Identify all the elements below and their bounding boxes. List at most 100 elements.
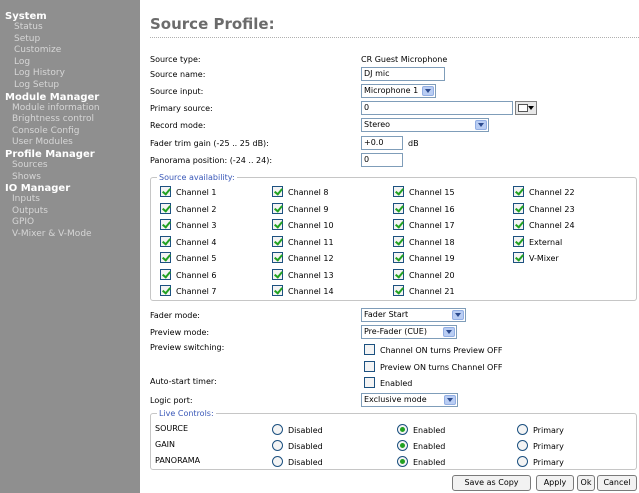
channel-checkbox[interactable] — [393, 285, 404, 296]
channel-checkbox[interactable] — [393, 252, 404, 263]
preview-switching-label: Channel ON turns Preview OFF — [380, 346, 503, 355]
channel-checkbox-label: Channel 8 — [288, 188, 329, 197]
channel-checkbox[interactable] — [160, 219, 171, 230]
channel-checkbox-label: External — [529, 237, 563, 247]
live-control-radio[interactable] — [517, 424, 528, 435]
panorama-label: Panorama position: (-24 .. 24): — [150, 156, 273, 165]
save-as-copy-button[interactable]: Save as Copy — [452, 475, 531, 491]
channel-checkbox-label: Channel 1 — [176, 188, 217, 197]
channel-checkbox[interactable] — [393, 235, 404, 247]
sidebar-item[interactable]: Inputs — [5, 194, 140, 206]
channel-checkbox-label: Channel 14 — [288, 287, 334, 296]
fader-trim-input[interactable]: +0.0 — [361, 136, 403, 150]
live-control-radio[interactable] — [397, 440, 408, 451]
chevron-down-icon — [475, 120, 487, 130]
live-control-radio[interactable] — [272, 424, 283, 435]
title-divider — [150, 37, 639, 38]
channel-checkbox[interactable] — [160, 235, 171, 247]
channel-checkbox[interactable] — [272, 285, 283, 296]
preview-mode-select[interactable]: Pre-Fader (CUE) — [361, 325, 457, 339]
channel-checkbox-label: Channel 3 — [176, 221, 217, 230]
sidebar-item[interactable]: Log — [5, 57, 140, 69]
preview-switching-checkbox[interactable] — [364, 361, 375, 372]
cancel-button[interactable]: Cancel — [597, 475, 637, 491]
record-mode-label: Record mode: — [150, 121, 206, 130]
ok-button[interactable]: Ok — [577, 475, 595, 491]
source-picker-button[interactable] — [515, 101, 537, 115]
sidebar-heading[interactable]: Module Manager — [5, 92, 140, 103]
logic-port-select[interactable]: Exclusive mode — [361, 393, 458, 407]
fader-trim-label: Fader trim gain (-25 .. 25 dB): — [150, 139, 269, 148]
channel-checkbox[interactable] — [513, 202, 524, 214]
live-control-radio-label: Enabled — [413, 458, 446, 467]
sidebar-item[interactable]: Outputs — [5, 206, 140, 218]
live-control-radio[interactable] — [272, 456, 283, 467]
channel-checkbox-label: Channel 10 — [288, 221, 334, 230]
chevron-down-icon — [422, 86, 434, 96]
source-name-input[interactable]: DJ mic — [361, 67, 445, 81]
chevron-down-icon — [452, 310, 464, 320]
live-control-radio[interactable] — [397, 424, 408, 435]
live-control-radio[interactable] — [517, 440, 528, 451]
record-mode-select[interactable]: Stereo — [361, 118, 489, 132]
sidebar-item[interactable]: Customize — [5, 45, 140, 57]
live-control-radio[interactable] — [397, 456, 408, 467]
channel-checkbox[interactable] — [272, 235, 283, 247]
live-control-radio[interactable] — [517, 456, 528, 467]
channel-checkbox-label: Channel 2 — [176, 204, 217, 214]
autostart-checkbox[interactable] — [364, 377, 375, 388]
fader-mode-select[interactable]: Fader Start — [361, 308, 466, 322]
sidebar-item[interactable]: Shows — [5, 172, 140, 184]
sidebar-heading[interactable]: IO Manager — [5, 183, 140, 194]
channel-checkbox[interactable] — [160, 252, 171, 263]
sidebar-item[interactable]: Status — [5, 22, 140, 34]
channel-checkbox-label: Channel 7 — [176, 287, 217, 296]
logic-port-label: Logic port: — [150, 396, 193, 405]
channel-checkbox[interactable] — [272, 268, 283, 280]
channel-checkbox[interactable] — [272, 202, 283, 214]
channel-checkbox[interactable] — [272, 219, 283, 230]
channel-checkbox-label: Channel 17 — [409, 221, 455, 230]
channel-checkbox[interactable] — [513, 219, 524, 230]
sidebar-item[interactable]: Module information — [5, 103, 140, 115]
page-title: Source Profile: — [150, 15, 275, 33]
channel-checkbox[interactable] — [393, 268, 404, 280]
source-type-value: CR Guest Microphone — [361, 55, 448, 64]
autostart-checkbox-label: Enabled — [380, 379, 413, 388]
primary-source-input[interactable]: 0 — [361, 101, 513, 115]
source-input-select[interactable]: Microphone 1 — [361, 84, 436, 98]
chevron-down-icon — [528, 106, 534, 110]
chevron-down-icon — [444, 395, 456, 405]
channel-checkbox[interactable] — [160, 268, 171, 280]
sidebar-item[interactable]: Sources — [5, 160, 140, 172]
channel-checkbox[interactable] — [393, 186, 404, 197]
sidebar-item[interactable]: Setup — [5, 34, 140, 46]
channel-checkbox[interactable] — [513, 186, 524, 197]
sidebar-item[interactable]: Log Setup — [5, 80, 140, 92]
channel-checkbox[interactable] — [393, 202, 404, 214]
panorama-input[interactable]: 0 — [361, 153, 403, 167]
live-controls-title: Live Controls: — [157, 409, 216, 418]
sidebar-item[interactable]: V-Mixer & V-Mode — [5, 229, 140, 241]
sidebar-item[interactable]: Log History — [5, 68, 140, 80]
sidebar-item[interactable]: GPIO — [5, 217, 140, 229]
sidebar-heading[interactable]: System — [5, 11, 140, 22]
sidebar-item[interactable]: Console Config — [5, 126, 140, 138]
channel-checkbox[interactable] — [160, 186, 171, 197]
preview-switching-checkbox[interactable] — [364, 344, 375, 355]
live-control-radio[interactable] — [272, 440, 283, 451]
channel-checkbox-label: Channel 22 — [529, 188, 575, 197]
channel-checkbox[interactable] — [160, 285, 171, 296]
fader-trim-unit: dB — [408, 139, 419, 148]
channel-checkbox[interactable] — [160, 202, 171, 214]
sidebar-item[interactable]: User Modules — [5, 137, 140, 149]
sidebar-heading[interactable]: Profile Manager — [5, 149, 140, 160]
channel-checkbox[interactable] — [393, 219, 404, 230]
apply-button[interactable]: Apply — [536, 475, 574, 491]
channel-checkbox[interactable] — [272, 186, 283, 197]
channel-checkbox[interactable] — [513, 235, 524, 247]
primary-source-label: Primary source: — [150, 104, 213, 113]
channel-checkbox[interactable] — [272, 252, 283, 263]
channel-checkbox[interactable] — [513, 252, 524, 263]
sidebar-item[interactable]: Brightness control — [5, 114, 140, 126]
